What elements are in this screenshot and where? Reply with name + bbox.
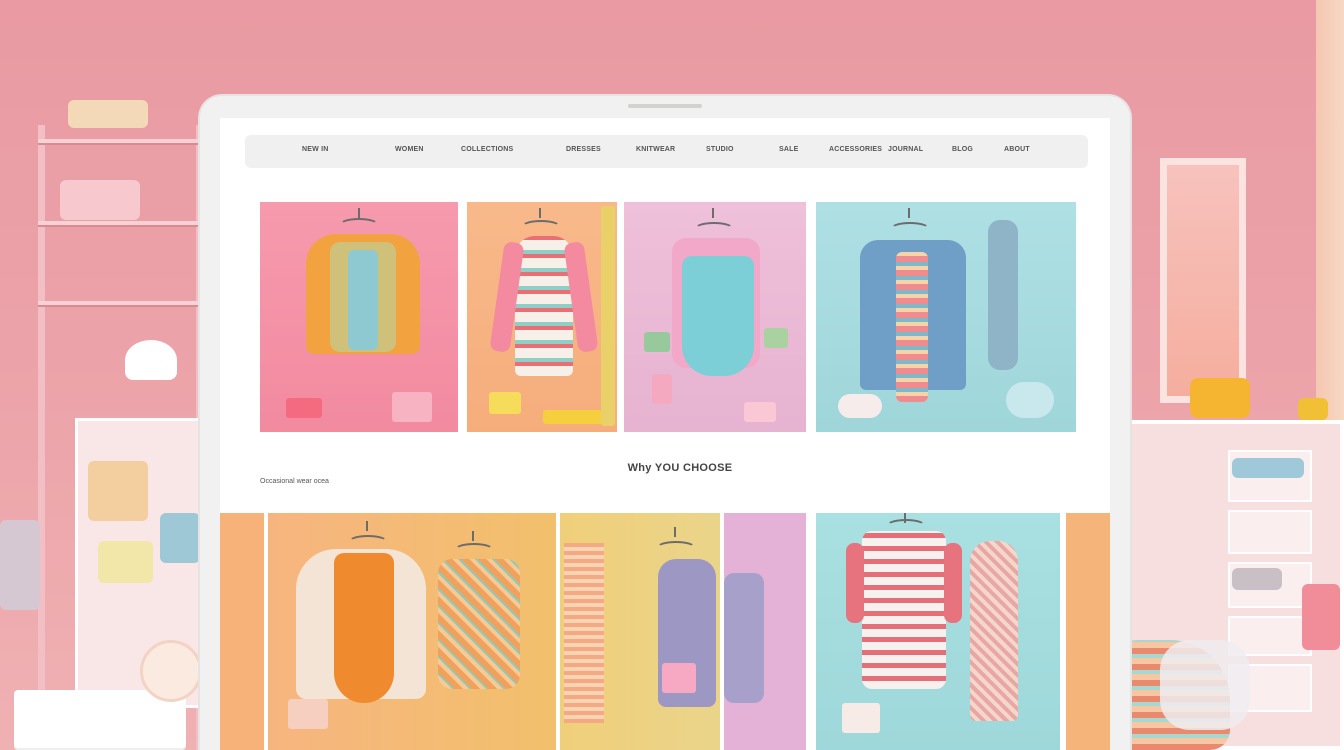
shelf-basket: [68, 100, 148, 128]
product-card[interactable]: [624, 202, 806, 432]
garment-image: [564, 543, 604, 723]
hanger-icon: [656, 541, 696, 555]
nav-item-sale[interactable]: SALE: [779, 146, 798, 153]
garment-image: [682, 256, 754, 376]
nav-item-accessories[interactable]: ACCESSORIES: [829, 146, 882, 153]
monitor: NEW IN WOMEN COLLECTIONS DRESSES KNITWEA…: [200, 96, 1130, 750]
hanger-icon: [694, 222, 734, 236]
nav-item-about[interactable]: ABOUT: [1004, 146, 1030, 153]
garment-image: [438, 559, 520, 689]
section-caption: Occasional wear ocea: [260, 478, 329, 485]
section-heading: Why YOU CHOOSE: [627, 462, 733, 474]
nav-item-knitwear[interactable]: KNITWEAR: [636, 146, 675, 153]
shelf-lamp: [125, 340, 177, 380]
product-card[interactable]: [816, 202, 1076, 432]
nav-item-dresses[interactable]: DRESSES: [566, 146, 601, 153]
round-ornament: [140, 640, 202, 702]
product-card[interactable]: [268, 513, 556, 750]
camera-icon: [628, 104, 702, 108]
website-screen: NEW IN WOMEN COLLECTIONS DRESSES KNITWEA…: [220, 118, 1110, 750]
floor-mirror: [1160, 158, 1246, 403]
product-card[interactable]: [816, 513, 1060, 750]
nav-item-new-in[interactable]: NEW IN: [302, 146, 328, 153]
nav-item-journal[interactable]: JOURNAL: [888, 146, 923, 153]
product-card[interactable]: [560, 513, 720, 750]
side-panel: [1066, 513, 1110, 750]
side-panel: [220, 513, 264, 750]
nav-item-collections[interactable]: COLLECTIONS: [461, 146, 513, 153]
product-card[interactable]: [724, 513, 806, 750]
nav-item-blog[interactable]: BLOG: [952, 146, 973, 153]
nav-item-studio[interactable]: STUDIO: [706, 146, 734, 153]
yellow-cup: [1298, 398, 1328, 420]
product-card[interactable]: [260, 202, 458, 432]
hanger-icon: [454, 543, 494, 557]
plastic-bag: [1160, 640, 1250, 730]
garment-image: [862, 531, 946, 689]
hanger-icon: [890, 222, 930, 236]
garment-image: [970, 541, 1018, 721]
left-tote-bag: [0, 520, 40, 610]
shelf-folded-clothes: [60, 180, 140, 220]
product-card[interactable]: [467, 202, 617, 432]
yellow-cup: [1190, 378, 1250, 418]
hanger-icon: [339, 218, 379, 232]
hanger-icon: [348, 535, 388, 549]
top-navigation-bar: NEW IN WOMEN COLLECTIONS DRESSES KNITWEA…: [245, 135, 1088, 168]
hanger-icon: [521, 220, 561, 234]
nav-item-women[interactable]: WOMEN: [395, 146, 424, 153]
